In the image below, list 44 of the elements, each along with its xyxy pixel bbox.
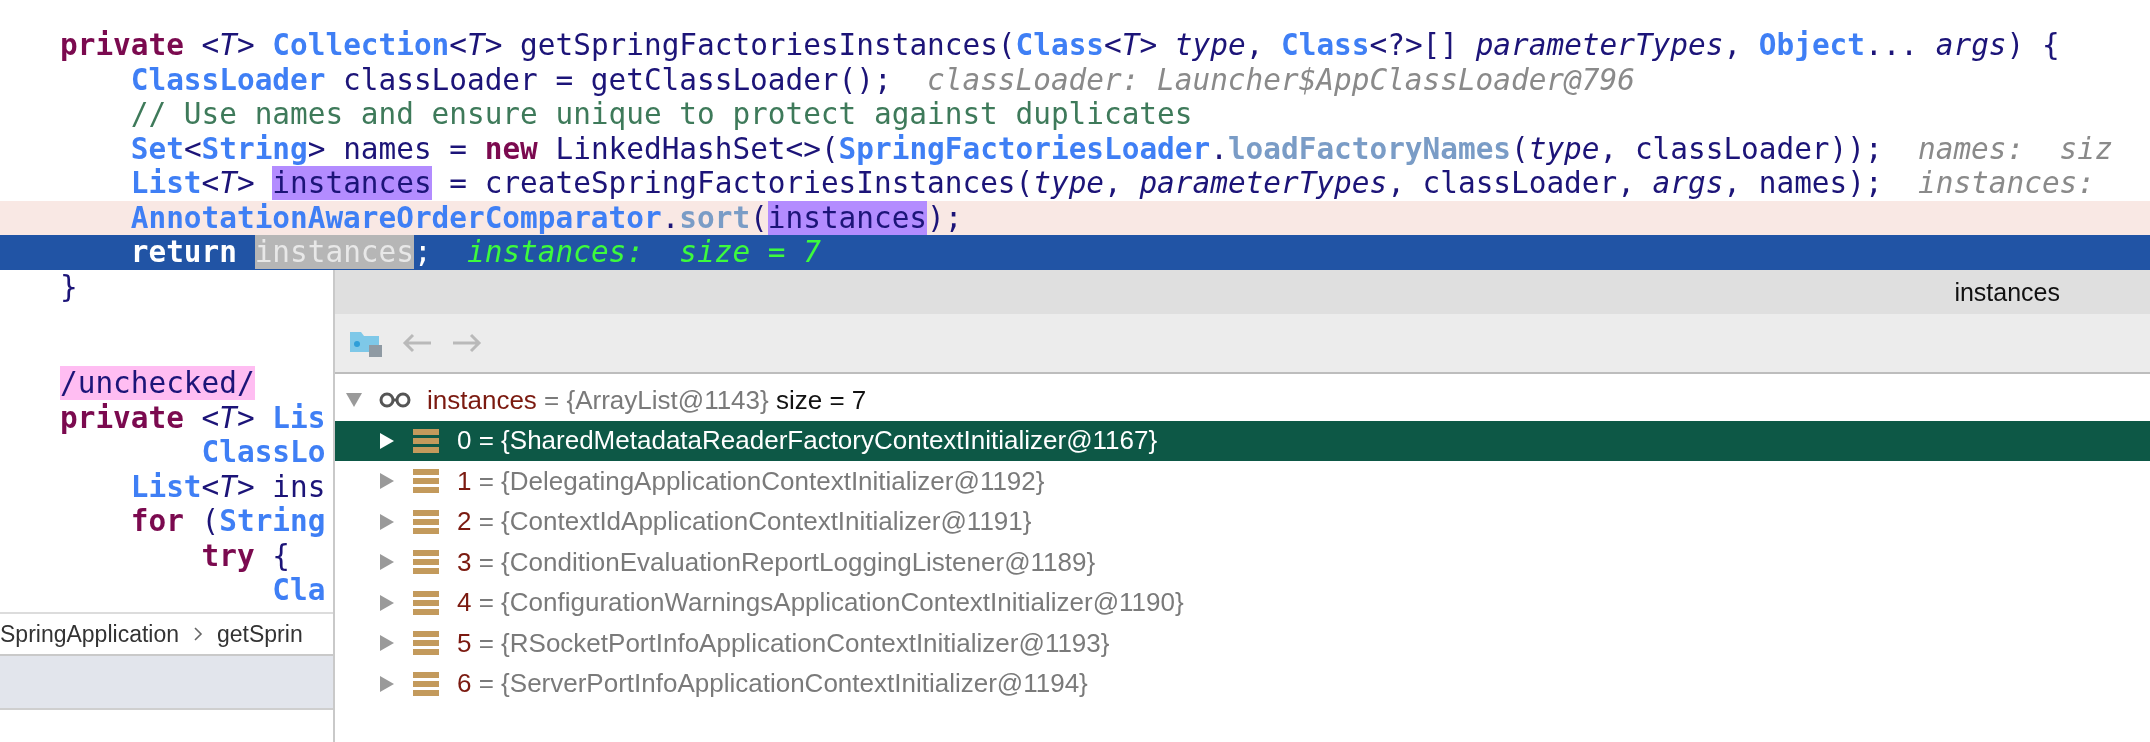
expand-triangle-icon[interactable] [379, 431, 395, 450]
chevron-icon [193, 626, 203, 642]
code-line: try { [200, 538, 291, 573]
code-line: ClassLoader classLoader = getClassLoader(); classLoader: Launcher$AppClassLoader@796 [129, 62, 1635, 97]
code-line: ClassLo [200, 435, 326, 470]
forward-arrow-icon[interactable] [451, 332, 483, 354]
field-icon [413, 427, 439, 454]
tree-row[interactable]: 2 = {ContextIdApplicationContextInitializer@1191} [335, 501, 2150, 542]
tree-node-label: 0 = {SharedMetadataReaderFactoryContextInitializer@1167} [457, 425, 1158, 457]
tree-row[interactable]: 1 = {DelegatingApplicationContextInitializer@1192} [335, 461, 2150, 502]
code-line: Set<String> names = new LinkedHashSet<>(SpringFactoriesLoader.loadFactoryNames(type, classLoader)); names: siz [129, 131, 2113, 166]
field-icon [413, 549, 439, 576]
code-line: List<T> instances = createSpringFactoriesInstances(type, parameterTypes, classLoader, args, names); instances: [129, 166, 2095, 201]
code-line: Cla [271, 573, 326, 608]
tree-node-label: 3 = {ConditionEvaluationReportLoggingListener@1189} [457, 546, 1096, 578]
tree-node-label: 1 = {DelegatingApplicationContextInitializer@1192} [457, 465, 1045, 497]
field-icon [413, 670, 439, 697]
tree-node-label: 6 = {ServerPortInfoApplicationContextInitializer@1194} [457, 668, 1088, 700]
tree-node-label: 2 = {ContextIdApplicationContextInitializer@1191} [457, 506, 1032, 538]
code-line: List<T> ins [129, 469, 326, 504]
tree-row[interactable]: 5 = {RSocketPortInfoApplicationContextInitializer@1193} [335, 623, 2150, 664]
tree-row[interactable]: 4 = {ConfigurationWarningsApplicationContextInitializer@1190} [335, 582, 2150, 623]
tree-node-label: 5 = {RSocketPortInfoApplicationContextInitializer@1193} [457, 627, 1110, 659]
field-icon [413, 589, 439, 616]
breadcrumb-item[interactable]: SpringApplication [0, 620, 179, 648]
glasses-icon [379, 392, 411, 409]
code-line: for (String [129, 504, 326, 539]
field-icon [413, 630, 439, 657]
back-arrow-icon[interactable] [401, 332, 433, 354]
breadcrumb-item[interactable]: getSprin [217, 620, 303, 648]
code-line: private <T> Lis [59, 400, 326, 435]
code-line: } [59, 269, 78, 304]
tree-row[interactable]: instances = {ArrayList@1143} size = 7 [335, 380, 2150, 421]
field-icon [413, 468, 439, 495]
tree-node-label: instances = {ArrayList@1143} size = 7 [427, 384, 867, 416]
field-icon [413, 508, 439, 535]
popup-title: instances [1954, 277, 2060, 307]
tree-row[interactable]: 3 = {ConditionEvaluationReportLoggingListener@1189} [335, 542, 2150, 583]
collapse-triangle-icon[interactable] [345, 392, 363, 409]
code-line: // Use names and ensure unique to protect against duplicates [129, 97, 1193, 132]
code-line: private <T> Collection<T> getSpringFactoriesInstances(Class<T> type, Class<?>[] parameterTypes, Object... args) { [59, 28, 2060, 63]
tree-row[interactable]: 6 = {ServerPortInfoApplicationContextInitializer@1194} [335, 663, 2150, 704]
tree-node-label: 4 = {ConfigurationWarningsApplicationContextInitializer@1190} [457, 587, 1184, 619]
tree-row[interactable]: 0 = {SharedMetadataReaderFactoryContextInitializer@1167} [335, 420, 2150, 461]
